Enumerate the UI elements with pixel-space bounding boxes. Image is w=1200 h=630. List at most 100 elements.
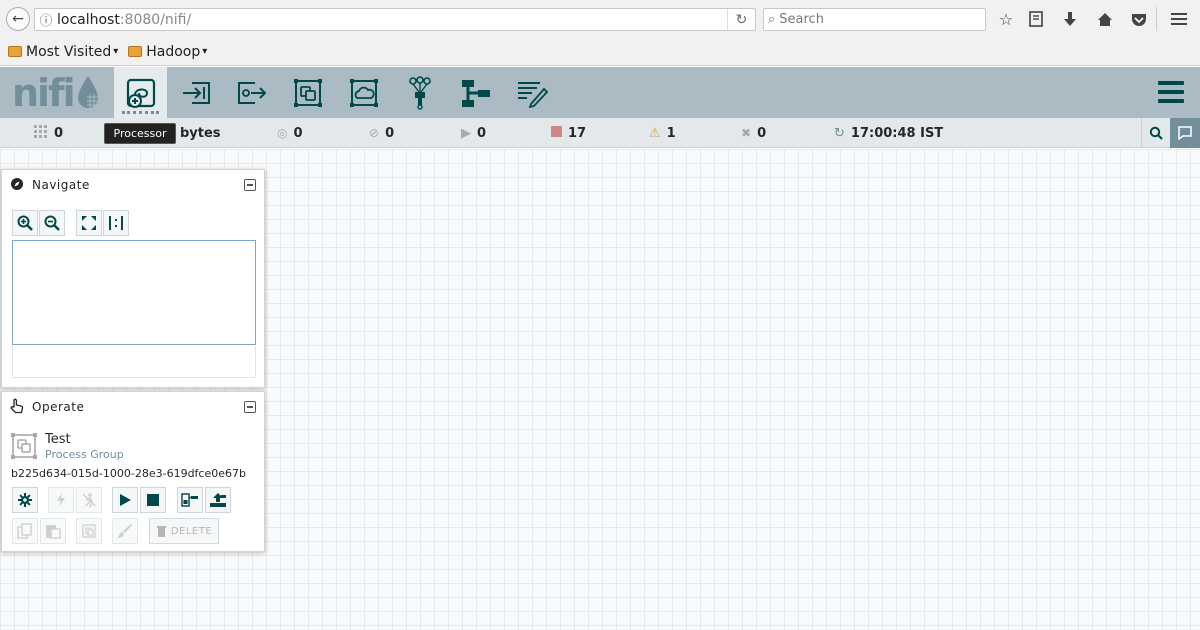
bookmark-hadoop[interactable]: Hadoop ▾	[128, 44, 207, 60]
active-threads-stat: 0	[34, 118, 63, 148]
paste-button[interactable]	[40, 518, 66, 544]
disable-icon	[82, 493, 96, 508]
delete-button[interactable]: DELETE	[149, 518, 219, 544]
url-text[interactable]: localhost:8080/nifi/	[57, 12, 191, 28]
disable-button[interactable]	[76, 487, 102, 513]
create-template-button[interactable]	[177, 487, 203, 513]
stop-button[interactable]	[140, 487, 166, 513]
invalid-stat: ⚠ 1	[649, 118, 676, 148]
global-menu-button[interactable]	[1158, 81, 1184, 103]
processor-icon	[126, 78, 155, 108]
not-transmitting-stat: ⊘ 0	[369, 118, 394, 148]
warning-icon: ⚠	[649, 125, 661, 141]
trash-icon	[156, 526, 166, 537]
browser-search-box[interactable]: ⌕	[763, 8, 986, 31]
zoom-in-icon	[17, 215, 33, 231]
compass-icon	[10, 177, 24, 194]
threads-icon	[34, 124, 48, 142]
active-threads-value: 0	[54, 125, 64, 141]
upload-template-button[interactable]	[205, 487, 231, 513]
selection-type: Process Group	[45, 448, 124, 461]
disabled-value: 0	[757, 125, 767, 141]
bulletin-icon	[1178, 126, 1192, 140]
paintbrush-icon	[118, 524, 132, 538]
stopped-stat: 17	[551, 118, 586, 148]
menu-bar	[1158, 81, 1184, 85]
info-icon[interactable]: ⓘ	[35, 10, 57, 29]
reload-icon[interactable]: ↻	[727, 9, 755, 30]
folder-icon	[128, 46, 143, 57]
home-icon[interactable]	[1095, 9, 1115, 29]
collapse-operate-button[interactable]	[244, 401, 256, 413]
process-group-icon	[293, 78, 322, 107]
back-button[interactable]: ←	[6, 7, 30, 31]
disabled-icon: ✖	[741, 126, 752, 140]
lightning-icon	[57, 493, 65, 507]
remote-process-group-component-button[interactable]	[337, 67, 390, 118]
navigate-tools	[12, 210, 130, 236]
copy-button[interactable]	[12, 518, 38, 544]
browser-menu-icon[interactable]	[1169, 9, 1189, 29]
change-color-button[interactable]	[112, 518, 138, 544]
nifi-header: nifi	[0, 67, 1200, 118]
bulletin-board-button[interactable]	[1170, 118, 1200, 148]
actual-size-button[interactable]	[103, 210, 129, 236]
bookmark-most-visited[interactable]: Most Visited ▾	[8, 44, 118, 60]
fit-screen-button[interactable]	[76, 210, 102, 236]
label-component-button[interactable]	[505, 67, 558, 118]
navigate-palette: Navigate	[1, 169, 265, 388]
transmitting-icon: ◎	[277, 126, 288, 140]
input-port-component-button[interactable]	[169, 67, 222, 118]
play-icon	[120, 494, 131, 506]
template-icon	[461, 79, 490, 107]
chevron-down-icon: ▾	[113, 46, 119, 57]
transmitting-value: 0	[293, 125, 303, 141]
transmitting-stat: ◎ 0	[277, 118, 303, 148]
hand-pointer-icon	[10, 398, 24, 417]
url-bar[interactable]: ⓘ localhost:8080/nifi/ ↻	[34, 8, 756, 31]
stop-icon	[147, 494, 159, 506]
drag-indicator	[122, 111, 159, 114]
navigate-header[interactable]: Navigate	[2, 170, 264, 200]
selection-id: b225d634-015d-1000-28e3-619dfce0e67b	[11, 467, 246, 480]
last-refreshed-value: 17:00:48 IST	[850, 125, 944, 141]
operate-palette: Operate Test Process Group b225d634-015d…	[1, 391, 265, 552]
create-template-icon	[181, 493, 198, 507]
funnel-component-button[interactable]	[393, 67, 446, 118]
group-button[interactable]	[76, 518, 102, 544]
birdseye-view[interactable]	[12, 240, 256, 345]
chevron-down-icon: ▾	[202, 46, 208, 57]
configure-button[interactable]	[12, 487, 38, 513]
download-icon[interactable]	[1060, 9, 1080, 29]
flow-search-button[interactable]	[1141, 118, 1170, 148]
output-port-component-button[interactable]	[225, 67, 278, 118]
nifi-logo: nifi	[12, 73, 100, 113]
zoom-in-button[interactable]	[12, 210, 38, 236]
selection-name: Test	[45, 432, 71, 447]
menu-bar	[1158, 99, 1184, 103]
flow-status-bar: 0 bytes ◎ 0 ⊘ 0 ▶ 0 17 ⚠ 1 ✖ 0 ↻ 17:00:4…	[0, 118, 1200, 148]
delete-label: DELETE	[170, 525, 213, 537]
refresh-icon[interactable]: ↻	[834, 126, 845, 141]
start-button[interactable]	[112, 487, 138, 513]
enable-button[interactable]	[48, 487, 74, 513]
input-port-icon	[182, 81, 210, 104]
zoom-out-button[interactable]	[39, 210, 65, 236]
browser-search-input[interactable]	[779, 12, 970, 27]
funnel-icon	[408, 75, 431, 110]
bookmark-star-icon[interactable]: ☆	[996, 9, 1016, 29]
processor-component-button[interactable]	[114, 67, 167, 118]
process-group-component-button[interactable]	[281, 67, 334, 118]
pocket-icon[interactable]	[1129, 9, 1149, 29]
menu-bar	[1158, 90, 1184, 94]
fit-screen-icon	[82, 216, 96, 230]
reading-list-icon[interactable]	[1026, 9, 1046, 29]
group-icon	[82, 524, 96, 538]
collapse-navigate-button[interactable]	[244, 179, 256, 191]
stopped-icon	[551, 126, 562, 140]
toolbar-divider	[1156, 7, 1157, 31]
operate-header[interactable]: Operate	[2, 392, 264, 422]
last-refreshed-stat: ↻ 17:00:48 IST	[834, 118, 943, 148]
queued-stat: bytes	[180, 118, 221, 148]
template-component-button[interactable]	[449, 67, 502, 118]
